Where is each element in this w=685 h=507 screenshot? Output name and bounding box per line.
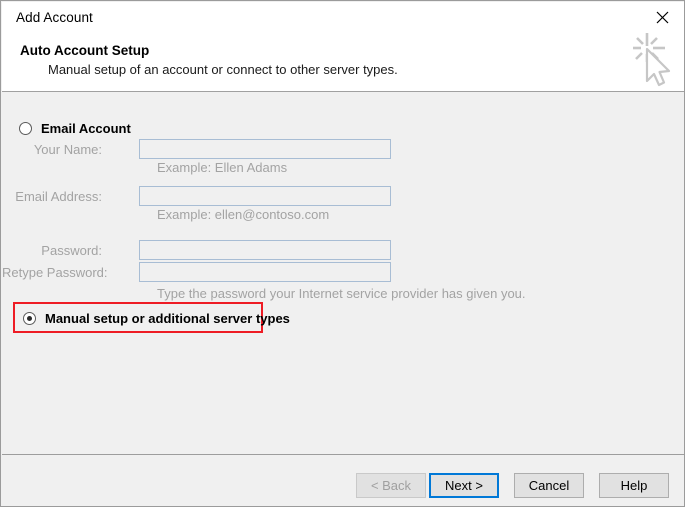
radio-manual-setup[interactable]: Manual setup or additional server types [23, 311, 290, 326]
cursor-sparkle-icon [631, 29, 679, 87]
next-button[interactable]: Next > [429, 473, 499, 498]
radio-email-account-label: Email Account [41, 121, 131, 136]
retype-password-input[interactable] [139, 262, 391, 282]
your-name-label: Your Name: [33, 142, 102, 157]
radio-manual-setup-label: Manual setup or additional server types [45, 311, 290, 326]
dialog-footer: < Back Next > Cancel Help [2, 455, 684, 506]
email-address-input[interactable] [139, 186, 391, 206]
help-button[interactable]: Help [599, 473, 669, 498]
back-button[interactable]: < Back [356, 473, 426, 498]
password-label: Password: [41, 243, 102, 258]
dialog-header: Auto Account Setup Manual setup of an ac… [2, 35, 684, 91]
close-icon [656, 11, 669, 24]
radio-email-account[interactable]: Email Account [19, 121, 131, 136]
email-address-hint: Example: ellen@contoso.com [157, 207, 330, 222]
your-name-input[interactable] [139, 139, 391, 159]
your-name-hint: Example: Ellen Adams [157, 160, 288, 175]
retype-password-label: Retype Password: [2, 265, 108, 280]
password-input[interactable] [139, 240, 391, 260]
radio-manual-setup-mark [23, 312, 36, 325]
email-address-label: Email Address: [15, 189, 102, 204]
radio-email-account-mark [19, 122, 32, 135]
title-bar: Add Account [2, 2, 684, 35]
page-title: Auto Account Setup [20, 43, 150, 58]
cancel-button[interactable]: Cancel [514, 473, 584, 498]
page-subtitle: Manual setup of an account or connect to… [48, 62, 398, 77]
dialog-body: Email Account Your Name: Example: Ellen … [2, 92, 684, 454]
window-title: Add Account [16, 10, 93, 25]
add-account-dialog: Add Account Auto Account Setup Manual se… [0, 0, 685, 507]
password-hint: Type the password your Internet service … [157, 286, 526, 301]
